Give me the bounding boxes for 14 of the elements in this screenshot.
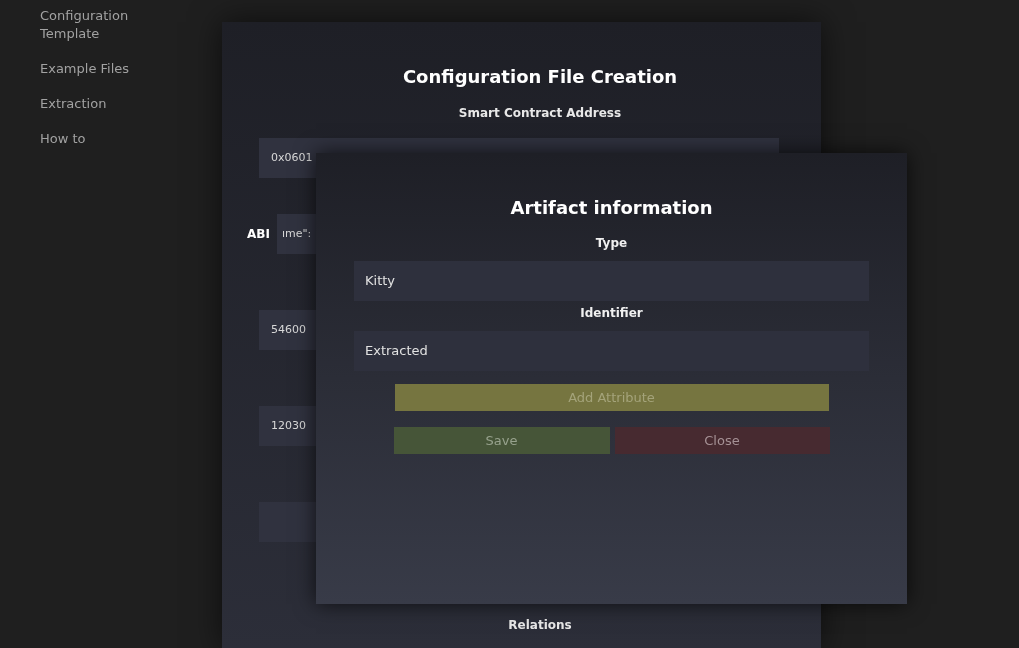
field-label: Type (595, 235, 628, 251)
input-field[interactable]: Kitty (354, 261, 869, 301)
field-label: Smart Contract Address (457, 106, 623, 120)
sidebar-link[interactable]: Configuration Template (40, 7, 150, 43)
sidebar-link[interactable]: Extraction (40, 95, 150, 113)
dialog-title: Artifact information (510, 197, 713, 219)
field-label: ABI (247, 227, 270, 241)
input-field[interactable]: Extracted (354, 331, 869, 371)
sidebar-link[interactable]: How to (40, 130, 150, 148)
form-title: Configuration File Creation (401, 66, 679, 88)
sidebar-link[interactable]: Example Files (40, 60, 150, 78)
field-label: Identifier (580, 305, 643, 321)
close-button[interactable]: Close (614, 427, 830, 454)
field-label: Relations (507, 618, 573, 632)
